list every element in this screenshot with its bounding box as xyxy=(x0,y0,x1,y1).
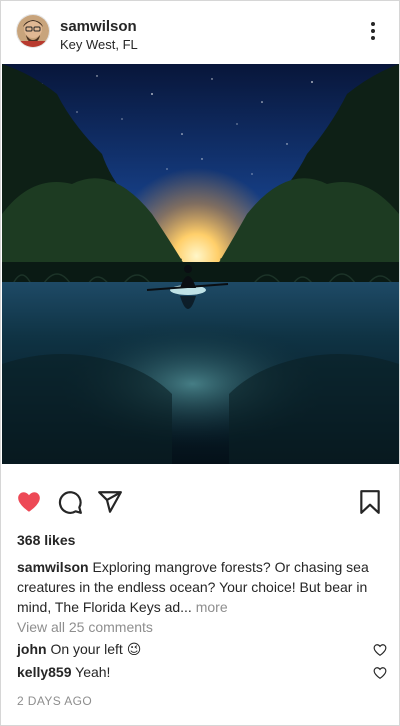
heart-outline-icon xyxy=(373,667,387,679)
post-header: samwilson Key West, FL xyxy=(1,1,399,63)
caption-more-link[interactable]: more xyxy=(196,599,228,615)
comment-icon xyxy=(58,491,82,514)
comment-text: On your left 😉 xyxy=(50,641,142,657)
heart-icon xyxy=(18,492,40,512)
view-all-comments-link[interactable]: View all 25 comments xyxy=(17,619,153,635)
more-vertical-icon xyxy=(371,22,375,40)
comment-row: john On your left 😉 xyxy=(17,641,387,661)
comment-username[interactable]: kelly859 xyxy=(17,664,72,680)
comment-button[interactable] xyxy=(57,489,83,515)
post-image[interactable] xyxy=(2,64,399,464)
comment-like-button[interactable] xyxy=(373,666,387,680)
post-location[interactable]: Key West, FL xyxy=(60,37,138,52)
post-username[interactable]: samwilson xyxy=(60,18,137,35)
caption-username[interactable]: samwilson xyxy=(17,559,89,575)
post-card: samwilson Key West, FL 368 likes samwils… xyxy=(0,0,400,726)
send-icon xyxy=(98,491,122,513)
share-button[interactable] xyxy=(97,489,123,515)
bookmark-icon xyxy=(360,490,380,514)
post-timestamp: 2 DAYS AGO xyxy=(17,694,93,708)
mangrove-kayak-image xyxy=(2,64,399,464)
comment-row: kelly859 Yeah! xyxy=(17,664,387,684)
save-button[interactable] xyxy=(357,489,383,515)
post-caption: samwilson Exploring mangrove forests? Or… xyxy=(17,557,385,617)
post-actions xyxy=(1,477,399,525)
like-button[interactable] xyxy=(16,489,42,515)
comment-like-button[interactable] xyxy=(373,643,387,657)
likes-count[interactable]: 368 likes xyxy=(17,532,75,548)
more-options-button[interactable] xyxy=(361,19,385,43)
avatar-image xyxy=(17,15,49,47)
heart-outline-icon xyxy=(373,644,387,656)
comment-text: Yeah! xyxy=(75,664,111,680)
avatar[interactable] xyxy=(16,14,50,48)
comment-username[interactable]: john xyxy=(17,641,47,657)
